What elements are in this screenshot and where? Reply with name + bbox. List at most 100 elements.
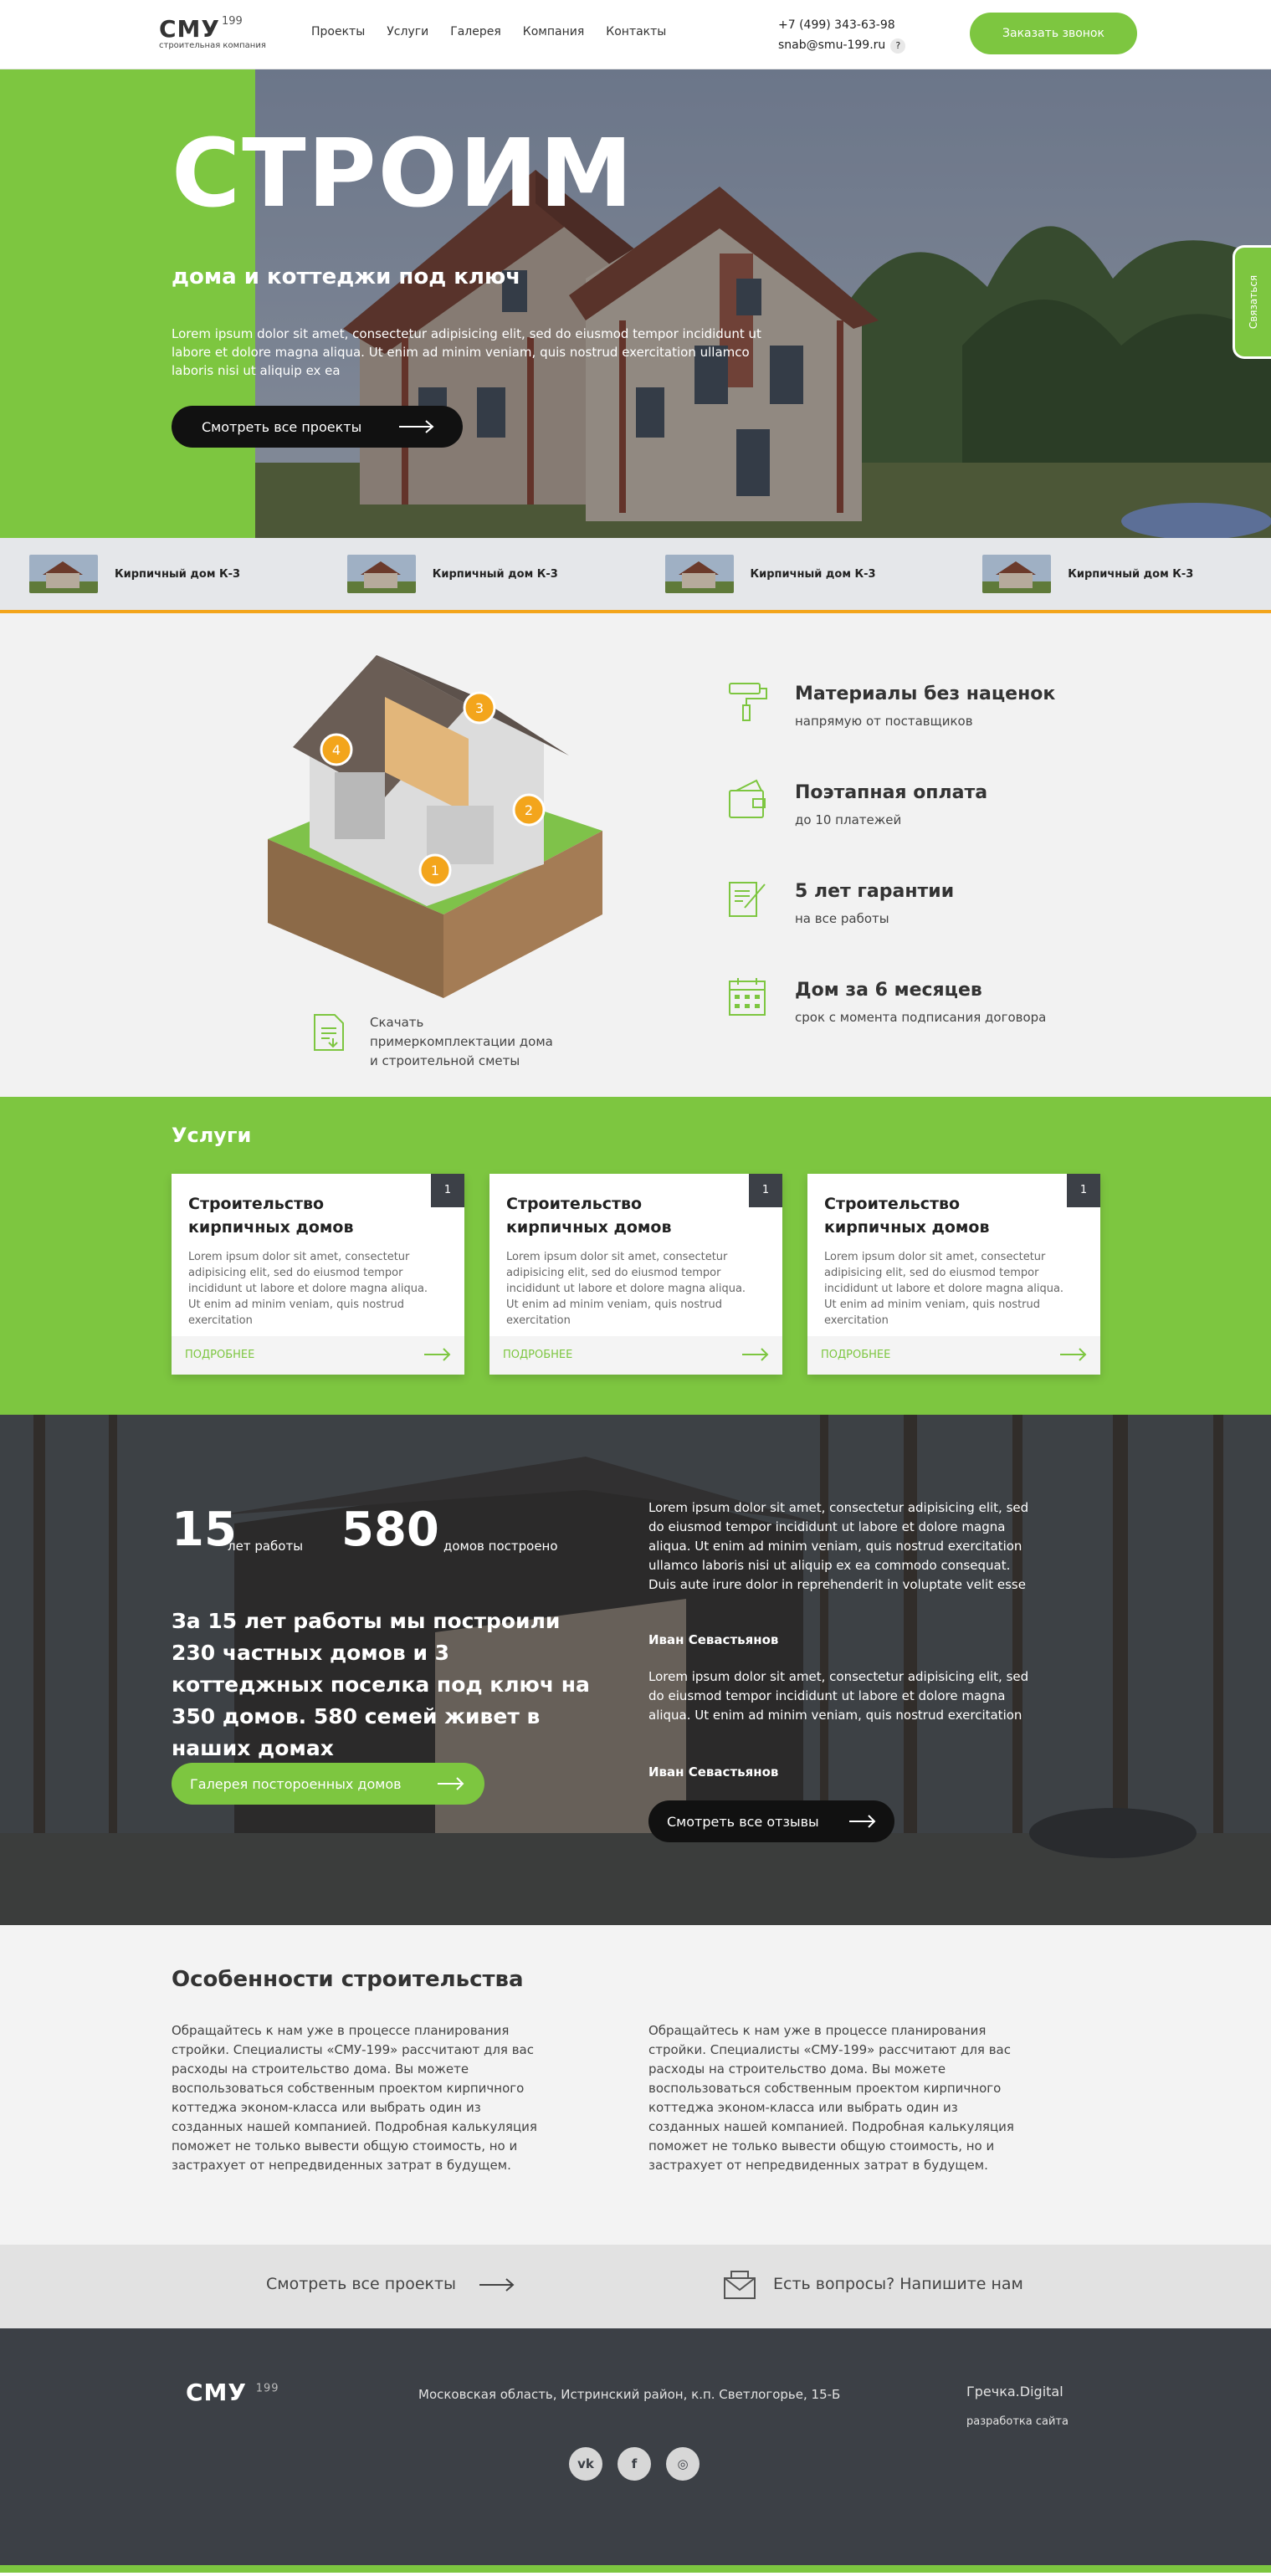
arrow-right-icon	[849, 1815, 876, 1828]
developer-link[interactable]: Гречка.Digital	[966, 2384, 1063, 2399]
review-text: Lorem ipsum dolor sit amet, consectetur …	[648, 1500, 1029, 1592]
peculiarities-text-right: Обращайтесь к нам уже в процессе планиро…	[648, 2023, 1014, 2173]
feature-subtitle: до 10 платежей	[795, 812, 902, 827]
wallet-icon	[729, 779, 766, 818]
marker-4-label: 4	[332, 742, 341, 758]
footer-logo[interactable]: СМУ 199	[186, 2379, 279, 2406]
card-more-link[interactable]: ПОДРОБНЕЕ	[503, 1349, 572, 1361]
order-call-button[interactable]: Заказать звонок	[970, 13, 1137, 54]
footer-logo-sup: 199	[255, 2382, 279, 2395]
arrow-right-icon	[742, 1348, 769, 1361]
cta-bar: Смотреть все проекты Есть вопросы? Напиш…	[0, 2245, 1271, 2328]
contact-us-label: Есть вопросы? Напишите нам	[773, 2275, 1023, 2293]
feature-subtitle: на все работы	[795, 911, 889, 926]
card-number: 1	[749, 1174, 782, 1207]
card-footer[interactable]: ПОДРОБНЕЕ	[489, 1336, 782, 1375]
nav-projects[interactable]: Проекты	[311, 25, 365, 38]
view-projects-label: Смотреть все проекты	[266, 2275, 457, 2293]
logo[interactable]: СМУ 199 строительная компания	[159, 15, 266, 50]
nav-contacts[interactable]: Контакты	[606, 25, 666, 38]
card-title: Строительство кирпичных домов	[506, 1195, 672, 1237]
view-projects-link[interactable]: Смотреть все проекты	[266, 2275, 515, 2293]
hero-text: Lorem ipsum dolor sit amet, consectetur …	[172, 326, 761, 378]
marker-2-label: 2	[525, 802, 533, 818]
contact-side-tab[interactable]: Связаться	[1233, 245, 1271, 359]
footer-accent-bar	[0, 2565, 1271, 2573]
project-thumbnail	[982, 555, 1052, 593]
feature-title: Материалы без наценок	[795, 684, 1056, 704]
all-reviews-button[interactable]: Смотреть все отзывы	[648, 1800, 894, 1842]
nav-services[interactable]: Услуги	[387, 25, 428, 38]
project-item[interactable]: Кирпичный дом К-3	[953, 538, 1271, 610]
footer-logo-text: СМУ	[186, 2379, 247, 2406]
logo-text: СМУ	[159, 15, 220, 43]
nav-company[interactable]: Компания	[523, 25, 584, 38]
paint-roller-icon	[729, 683, 767, 721]
arrow-right-icon	[424, 1348, 451, 1361]
download-text: Скачать пример	[370, 1015, 424, 1049]
card-more-link[interactable]: ПОДРОБНЕЕ	[821, 1349, 890, 1361]
project-label: Кирпичный дом К-3	[432, 567, 558, 581]
view-all-projects-button[interactable]: Смотреть все проекты	[172, 406, 463, 448]
main-nav: Проекты Услуги Галерея Компания Контакты	[311, 25, 688, 38]
feature-subtitle: напрямую от поставщиков	[795, 714, 973, 729]
card-text: Lorem ipsum dolor sit amet, consectetur …	[188, 1251, 428, 1327]
footer-address: Московская область, Истринский район, к.…	[418, 2387, 841, 2402]
site-header: СМУ 199 строительная компания Проекты Усл…	[0, 0, 1271, 69]
view-all-projects-label: Смотреть все проекты	[202, 418, 362, 435]
email-link[interactable]: snab@smu-199.ru	[778, 38, 885, 52]
card-footer[interactable]: ПОДРОБНЕЕ	[807, 1336, 1100, 1375]
service-card[interactable]: 1 Строительство кирпичных домов Lorem ip…	[489, 1174, 782, 1375]
feature-subtitle: срок с момента подписания договора	[795, 1010, 1047, 1025]
header-contacts: +7 (499) 343-63-98 snab@smu-199.ru?	[778, 15, 906, 55]
houses-number: 580	[341, 1503, 439, 1557]
download-estimate-link[interactable]: Скачать примеркомплектации дома и строит…	[311, 1013, 562, 1071]
marker-3-label: 3	[475, 700, 484, 716]
card-text: Lorem ipsum dolor sit amet, consectetur …	[506, 1251, 746, 1327]
card-more-link[interactable]: ПОДРОБНЕЕ	[185, 1349, 254, 1361]
marker-1-label: 1	[431, 863, 439, 878]
instagram-icon[interactable]: ◎	[666, 2447, 700, 2481]
review-author: Иван Севастьянов	[648, 1632, 779, 1647]
card-number: 1	[1067, 1174, 1100, 1207]
review-text: Lorem ipsum dolor sit amet, consectetur …	[648, 1669, 1029, 1723]
card-footer[interactable]: ПОДРОБНЕЕ	[172, 1336, 464, 1375]
project-item[interactable]: Кирпичный дом К-3	[318, 538, 636, 610]
gallery-button-label: Галерея постороенных домов	[190, 1775, 402, 1792]
card-title: Строительство кирпичных домов	[188, 1195, 354, 1237]
card-text: Lorem ipsum dolor sit amet, consectetur …	[824, 1251, 1064, 1327]
feature-title: 5 лет гарантии	[795, 881, 955, 902]
project-thumbnail	[346, 555, 416, 593]
project-item[interactable]: Кирпичный дом К-3	[0, 538, 318, 610]
stats-headline: За 15 лет работы мы построили 230 частны…	[172, 1609, 590, 1760]
project-label: Кирпичный дом К-3	[115, 567, 241, 581]
hero-subtitle: дома и коттеджи под ключ	[172, 264, 521, 289]
arrow-right-icon	[479, 2278, 515, 2292]
vk-icon[interactable]: vk	[569, 2447, 602, 2481]
social-links: vk f ◎	[569, 2447, 700, 2481]
project-thumbnail	[664, 555, 734, 593]
houses-label: домов построено	[443, 1539, 558, 1554]
phone-link[interactable]: +7 (499) 343-63-98	[778, 15, 905, 35]
arrow-right-icon	[438, 1777, 464, 1790]
all-reviews-label: Смотреть все отзывы	[667, 1813, 819, 1830]
project-item[interactable]: Кирпичный дом К-3	[636, 538, 954, 610]
service-card[interactable]: 1 Строительство кирпичных домов Lorem ip…	[807, 1174, 1100, 1375]
card-title: Строительство кирпичных домов	[824, 1195, 990, 1237]
feature-title: Поэтапная оплата	[795, 782, 988, 803]
help-icon[interactable]: ?	[890, 38, 906, 54]
logo-tagline: строительная компания	[159, 41, 266, 50]
project-label: Кирпичный дом К-3	[750, 567, 876, 581]
nav-gallery[interactable]: Галерея	[450, 25, 501, 38]
contact-us-link[interactable]: Есть вопросы? Напишите нам	[723, 2271, 1023, 2299]
stats-section: 15 лет работы 580 домов построено За 15 …	[0, 1415, 1271, 1925]
peculiarities-title: Особенности строительства	[172, 1967, 524, 1992]
service-card[interactable]: 1 Строительство кирпичных домов Lorem ip…	[172, 1174, 464, 1375]
envelope-icon	[724, 2271, 756, 2299]
gallery-button[interactable]: Галерея постороенных домов	[172, 1763, 484, 1805]
projects-strip: Кирпичный дом К-3 Кирпичный дом К-3 Кирп…	[0, 538, 1271, 613]
hero-section: СТРОИМ дома и коттеджи под ключ Lorem ip…	[0, 69, 1271, 538]
facebook-icon[interactable]: f	[618, 2447, 651, 2481]
feature-title: Дом за 6 месяцев	[795, 980, 982, 1001]
peculiarities-text-left: Обращайтесь к нам уже в процессе планиро…	[172, 2023, 537, 2173]
